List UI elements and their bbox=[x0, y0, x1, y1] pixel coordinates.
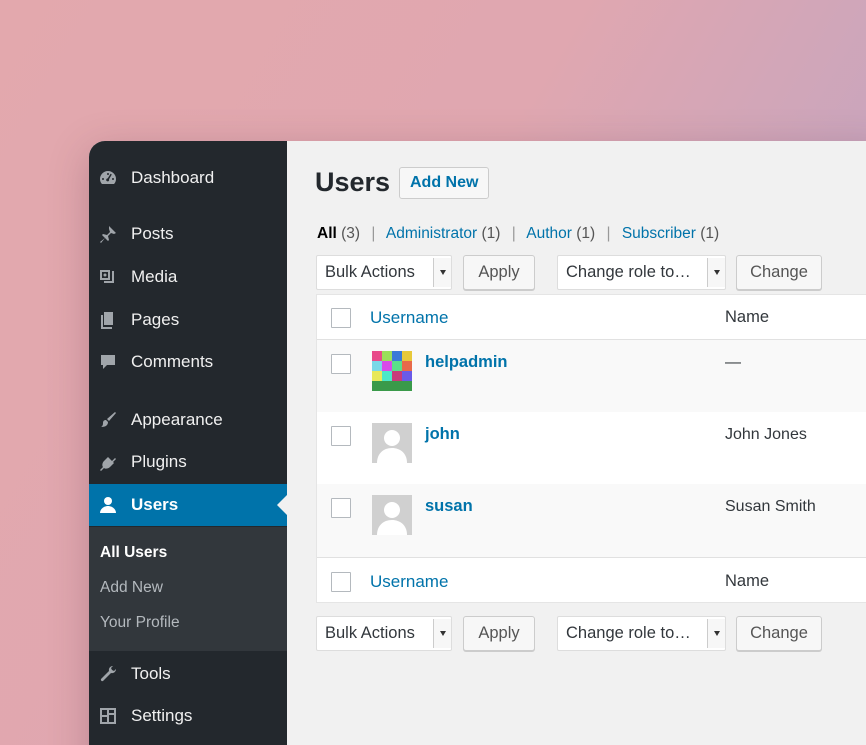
bulk-actions-select-bottom[interactable]: Bulk Actions bbox=[316, 616, 452, 651]
avatar bbox=[372, 423, 412, 463]
menu-tools[interactable]: Tools bbox=[89, 653, 287, 695]
menu-label: Posts bbox=[131, 224, 174, 243]
row-checkbox[interactable] bbox=[331, 426, 351, 446]
wp-admin-window: Dashboard Posts Media Pages Comments App… bbox=[89, 141, 866, 745]
main-content: Users Add New All (3) | Administrator (1… bbox=[287, 141, 866, 745]
user-icon bbox=[97, 494, 119, 516]
select-all-checkbox[interactable] bbox=[331, 572, 351, 592]
table-row: john John Jones bbox=[317, 412, 866, 484]
dashboard-icon bbox=[97, 167, 119, 189]
table-row: helpadmin — bbox=[317, 340, 866, 412]
menu-posts[interactable]: Posts bbox=[89, 213, 287, 255]
bulk-actions-value: Bulk Actions bbox=[325, 624, 415, 642]
username-link[interactable]: john bbox=[425, 425, 460, 444]
chevron-down-icon bbox=[707, 619, 725, 648]
change-role-value: Change role to… bbox=[566, 624, 691, 642]
username-link[interactable]: helpadmin bbox=[425, 353, 508, 372]
pages-icon bbox=[97, 309, 119, 331]
filter-author-count: (1) bbox=[576, 225, 596, 242]
menu-pages[interactable]: Pages bbox=[89, 299, 287, 341]
user-fullname: John Jones bbox=[725, 426, 807, 443]
select-all-checkbox[interactable] bbox=[331, 308, 351, 328]
column-name: Name bbox=[725, 572, 770, 590]
filter-separator: | bbox=[511, 225, 516, 242]
pin-icon bbox=[97, 223, 119, 245]
filter-administrator[interactable]: Administrator bbox=[386, 225, 477, 242]
column-username[interactable]: Username bbox=[370, 572, 448, 592]
username-link[interactable]: susan bbox=[425, 497, 473, 516]
filter-separator: | bbox=[606, 225, 611, 242]
menu-label: Media bbox=[131, 267, 178, 286]
change-button-bottom[interactable]: Change bbox=[736, 616, 822, 651]
menu-appearance[interactable]: Appearance bbox=[89, 399, 287, 441]
add-new-button[interactable]: Add New bbox=[399, 167, 490, 199]
menu-users[interactable]: Users bbox=[89, 484, 287, 526]
user-fullname: — bbox=[725, 354, 741, 371]
chevron-down-icon bbox=[433, 619, 451, 648]
menu-dashboard[interactable]: Dashboard bbox=[89, 157, 287, 199]
user-fullname: Susan Smith bbox=[725, 498, 816, 515]
menu-label: Users bbox=[131, 495, 179, 514]
users-submenu: All Users Add New Your Profile bbox=[89, 527, 287, 651]
menu-label: Settings bbox=[131, 706, 193, 725]
media-icon bbox=[97, 266, 119, 288]
filter-all-count: (3) bbox=[341, 225, 361, 242]
avatar bbox=[372, 495, 412, 535]
menu-label: Tools bbox=[131, 664, 171, 683]
user-role-filters: All (3) | Administrator (1) | Author (1)… bbox=[317, 225, 719, 243]
wrench-icon bbox=[97, 663, 119, 685]
menu-media[interactable]: Media bbox=[89, 256, 287, 298]
table-footer: Username Name bbox=[317, 557, 866, 603]
avatar bbox=[372, 351, 412, 391]
page-title: Users bbox=[315, 167, 391, 197]
comment-icon bbox=[97, 351, 119, 373]
chevron-down-icon bbox=[707, 258, 725, 287]
bulk-actions-value: Bulk Actions bbox=[325, 263, 415, 281]
admin-sidebar: Dashboard Posts Media Pages Comments App… bbox=[89, 141, 287, 745]
apply-button-bottom[interactable]: Apply bbox=[463, 616, 535, 651]
submenu-add-new[interactable]: Add New bbox=[100, 579, 163, 597]
table-header: Username Name bbox=[317, 295, 866, 340]
change-role-select-top[interactable]: Change role to… bbox=[557, 255, 726, 290]
change-button-top[interactable]: Change bbox=[736, 255, 822, 290]
menu-label: Plugins bbox=[131, 452, 187, 471]
menu-label: Dashboard bbox=[131, 168, 215, 187]
row-checkbox[interactable] bbox=[331, 498, 351, 518]
plugin-icon bbox=[97, 451, 119, 473]
settings-icon bbox=[97, 705, 119, 727]
row-checkbox[interactable] bbox=[331, 354, 351, 374]
menu-plugins[interactable]: Plugins bbox=[89, 441, 287, 483]
filter-administrator-count: (1) bbox=[481, 225, 501, 242]
filter-subscriber-count: (1) bbox=[700, 225, 720, 242]
menu-settings[interactable]: Settings bbox=[89, 695, 287, 737]
menu-comments[interactable]: Comments bbox=[89, 341, 287, 383]
menu-label: Comments bbox=[131, 352, 214, 371]
filter-separator: | bbox=[371, 225, 376, 242]
submenu-your-profile[interactable]: Your Profile bbox=[100, 614, 180, 632]
change-role-select-bottom[interactable]: Change role to… bbox=[557, 616, 726, 651]
submenu-all-users[interactable]: All Users bbox=[100, 544, 167, 562]
paintbrush-icon bbox=[97, 409, 119, 431]
apply-button-top[interactable]: Apply bbox=[463, 255, 535, 290]
filter-subscriber[interactable]: Subscriber bbox=[622, 225, 696, 242]
filter-author[interactable]: Author bbox=[526, 225, 572, 242]
bulk-actions-select-top[interactable]: Bulk Actions bbox=[316, 255, 452, 290]
change-role-value: Change role to… bbox=[566, 263, 691, 281]
users-table: Username Name helpadmin — john John Jone… bbox=[316, 294, 866, 603]
filter-all[interactable]: All bbox=[317, 225, 337, 242]
column-username[interactable]: Username bbox=[370, 308, 448, 328]
column-name: Name bbox=[725, 308, 770, 326]
chevron-down-icon bbox=[433, 258, 451, 287]
menu-label: Pages bbox=[131, 310, 180, 329]
table-row: susan Susan Smith bbox=[317, 484, 866, 557]
menu-label: Appearance bbox=[131, 410, 223, 429]
